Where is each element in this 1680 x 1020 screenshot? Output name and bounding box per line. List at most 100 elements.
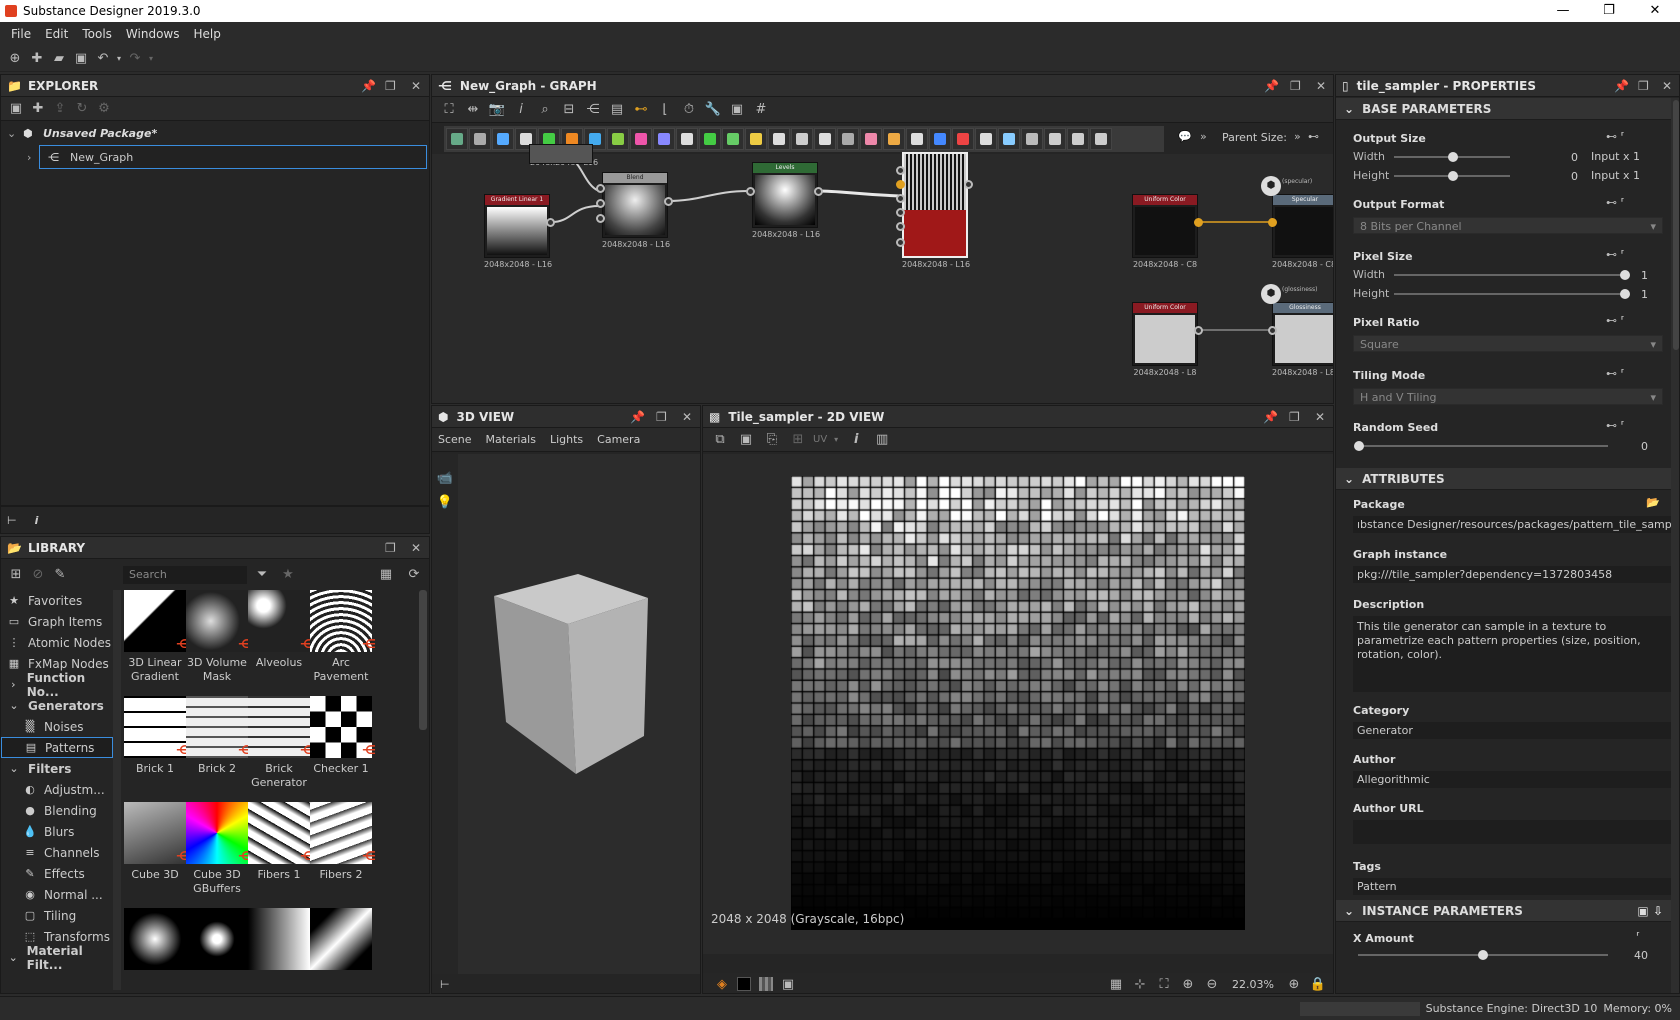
link-param-icon[interactable]: ⊷ ⸢ [1606, 196, 1625, 209]
library-category[interactable]: ◉ Normal ... [1, 884, 113, 905]
collapse-arrow-icon[interactable]: ⌄ [7, 127, 23, 140]
link-mode-icon[interactable]: ⊷ [630, 100, 652, 120]
menu-materials[interactable]: Materials [486, 433, 536, 446]
expand-arrow-icon[interactable]: › [27, 151, 31, 164]
comment-icon[interactable]: 💬 [1178, 130, 1192, 143]
input-port[interactable] [596, 184, 605, 193]
search-icon[interactable]: ⌕ [534, 100, 556, 120]
library-item[interactable]: ⋲ Fibers 2 [309, 802, 376, 882]
grid-icon[interactable]: ▦ [1105, 974, 1127, 993]
input-port[interactable] [596, 199, 605, 208]
view2d-viewport[interactable]: 2048 x 2048 (Grayscale, 16bpc) [703, 454, 1333, 954]
node-palette-icon[interactable] [837, 128, 859, 150]
light-icon[interactable]: 💡 [434, 492, 456, 512]
frame-selected-icon[interactable]: ⇹ [462, 100, 484, 120]
layout-icon[interactable]: ▤ [606, 100, 628, 120]
copy-icon[interactable]: ⎘ [761, 430, 783, 450]
float-icon[interactable]: ❐ [656, 406, 667, 428]
view3d-viewport[interactable] [458, 454, 700, 974]
library-item[interactable] [247, 908, 311, 974]
instance-parameters-section[interactable]: ⌄ INSTANCE PARAMETERS ▣ ⇩ [1336, 900, 1671, 922]
node-palette-icon[interactable] [929, 128, 951, 150]
output-format-select[interactable]: 8 Bits per Channel ▾ [1353, 217, 1663, 234]
library-item[interactable] [309, 908, 373, 974]
category-scrollbar[interactable] [113, 590, 121, 990]
node-palette-icon[interactable] [469, 128, 491, 150]
link-node-icon[interactable]: ⊷ [1308, 130, 1319, 143]
node-palette-icon[interactable] [745, 128, 767, 150]
reload-icon[interactable]: ↻ [71, 99, 93, 119]
node-palette-icon[interactable] [906, 128, 928, 150]
grid-view-icon[interactable]: ▦ [375, 564, 397, 584]
menu-help[interactable]: Help [186, 27, 227, 41]
node-graph-icon[interactable]: ⋲ [582, 100, 604, 120]
zoom-out-icon[interactable]: ⊖ [1201, 974, 1223, 993]
pin-icon[interactable]: 📌 [1614, 75, 1629, 97]
float-icon[interactable]: ❐ [385, 75, 396, 97]
float-icon[interactable]: ❐ [1638, 75, 1649, 97]
library-item[interactable]: ⋲ Cube 3D [123, 802, 190, 882]
histogram-icon[interactable]: ▥ [871, 430, 893, 450]
info-icon[interactable]: i [845, 430, 867, 450]
random-seed-value[interactable]: 0 [1636, 440, 1648, 453]
pin-icon[interactable]: 📌 [1263, 406, 1278, 428]
align-icon[interactable]: ⊟ [558, 100, 580, 120]
settings-icon[interactable]: ⚙ [93, 99, 115, 119]
properties-scrollbar[interactable] [1671, 98, 1679, 993]
base-parameters-section[interactable]: ⌄ BASE PARAMETERS [1336, 98, 1671, 120]
node-palette-icon[interactable] [1021, 128, 1043, 150]
menu-camera[interactable]: Camera [597, 433, 640, 446]
tree-toggle-icon[interactable]: ⊢ [432, 974, 700, 993]
node-palette-icon[interactable] [998, 128, 1020, 150]
close-panel-icon[interactable]: ✕ [411, 75, 421, 97]
info-tab-icon[interactable]: i [35, 514, 39, 527]
add-folder-icon[interactable]: ⊞ [5, 564, 27, 584]
category-field[interactable]: Generator [1353, 722, 1671, 739]
undo-icon[interactable]: ↶ [92, 49, 114, 69]
input-port[interactable] [896, 208, 905, 217]
screenshot-icon[interactable]: 📷 [486, 100, 508, 120]
x-amount-value[interactable]: 40 [1632, 949, 1648, 962]
menu-tools[interactable]: Tools [75, 27, 119, 41]
close-panel-icon[interactable]: ✕ [1662, 75, 1672, 97]
output-port[interactable] [1194, 218, 1203, 227]
pin-icon[interactable]: 📌 [361, 75, 376, 97]
output-port[interactable] [1194, 326, 1203, 335]
camera-icon[interactable]: 📹 [434, 468, 456, 488]
library-category[interactable]: ⋮ Atomic Nodes [1, 632, 113, 653]
close-panel-icon[interactable]: ✕ [1316, 75, 1326, 97]
library-item[interactable] [123, 908, 187, 974]
link-param-icon[interactable]: ⊷ ⸢ [1606, 419, 1625, 432]
graph-instance-field[interactable]: pkg:///tile_sampler?dependency=137280345… [1353, 566, 1671, 583]
new-graph-icon[interactable]: ✚ [26, 49, 48, 69]
pixel-width-slider[interactable] [1394, 270, 1630, 280]
export-icon[interactable]: ⧉ [709, 430, 731, 450]
pin-icon[interactable]: 📌 [630, 406, 645, 428]
input-port[interactable] [596, 214, 605, 223]
node-palette-icon[interactable] [1090, 128, 1112, 150]
node-palette-icon[interactable] [722, 128, 744, 150]
uv-dropdown-icon[interactable]: ▾ [831, 430, 841, 450]
background-black-swatch[interactable] [737, 977, 751, 991]
library-item[interactable]: ⋲ Checker 1 [309, 696, 376, 776]
save-package-icon[interactable]: ▣ [5, 99, 27, 119]
node-palette-icon[interactable] [814, 128, 836, 150]
attributes-section[interactable]: ⌄ ATTRIBUTES [1336, 468, 1671, 490]
library-category[interactable]: ≡ Channels [1, 842, 113, 863]
zoom-in-icon[interactable]: ⊕ [1283, 974, 1305, 993]
node-palette-icon[interactable] [883, 128, 905, 150]
tiling-mode-select[interactable]: H and V Tiling ▾ [1353, 388, 1663, 405]
timer-icon[interactable]: ⏱ [678, 100, 700, 120]
link-param-icon[interactable]: ⊷ ⸢ [1606, 248, 1625, 261]
float-icon[interactable]: ❐ [385, 537, 396, 559]
library-item[interactable]: ⋲ Brick 1 [123, 696, 190, 776]
node-palette-icon[interactable] [699, 128, 721, 150]
channels-icon[interactable]: ◈ [711, 974, 733, 993]
redo-icon[interactable]: ↷ [124, 49, 146, 69]
output-height-mode[interactable]: Input x 1 [1591, 169, 1640, 182]
wrench-icon[interactable]: 🔧 [702, 100, 724, 120]
library-item[interactable]: ⋲ 3D Linear Gradient [123, 590, 190, 684]
connector-icon[interactable]: ⌊ [654, 100, 676, 120]
fit-icon[interactable]: ⛶ [1153, 974, 1175, 993]
node-palette-icon[interactable] [768, 128, 790, 150]
